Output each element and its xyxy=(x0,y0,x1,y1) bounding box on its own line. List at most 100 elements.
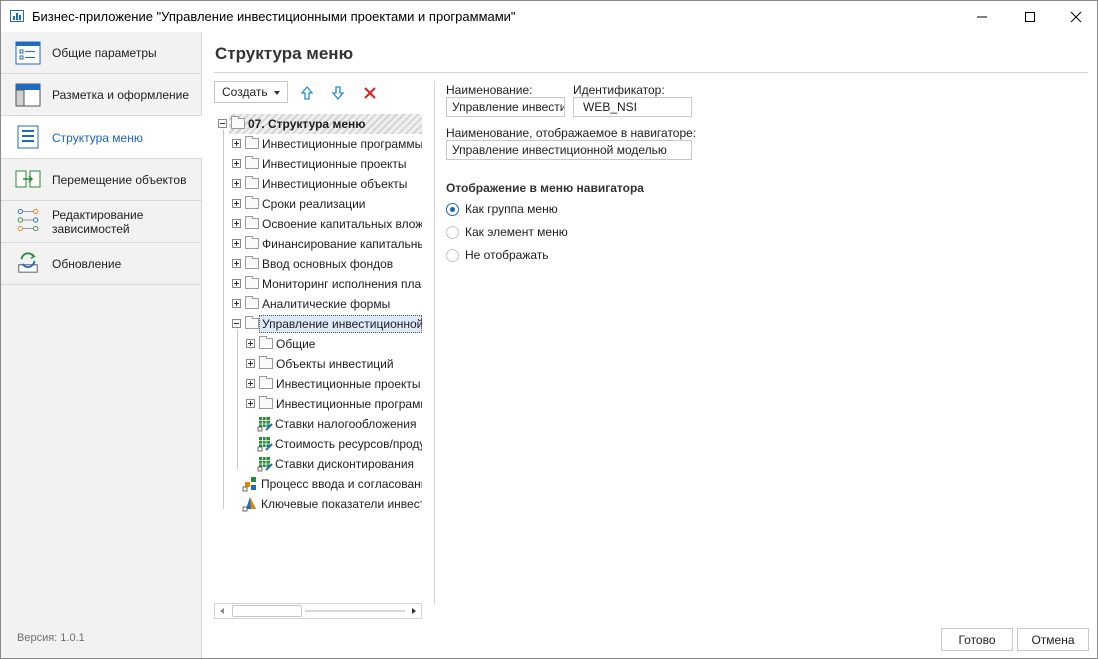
name-label: Наименование: xyxy=(446,83,533,97)
tree-item-label: Аналитические формы xyxy=(262,297,391,311)
header-divider xyxy=(214,72,1088,73)
sidebar-item-label: Общие параметры xyxy=(52,46,157,60)
expand-icon[interactable] xyxy=(232,139,241,148)
expand-icon[interactable] xyxy=(232,239,241,248)
tree-item[interactable]: Ввод основных фондов xyxy=(214,254,422,274)
folder-icon xyxy=(231,116,245,129)
folder-icon xyxy=(245,276,259,289)
expand-icon[interactable] xyxy=(232,199,241,208)
radio-selected-icon[interactable] xyxy=(446,203,459,216)
create-dropdown-button[interactable]: Создать xyxy=(214,81,288,103)
collapse-icon[interactable] xyxy=(218,119,227,128)
layout-icon xyxy=(15,83,41,107)
tree-item[interactable]: Ставки дисконтирования xyxy=(214,454,422,474)
window-title: Бизнес-приложение "Управление инвестицио… xyxy=(32,9,516,24)
cancel-button[interactable]: Отмена xyxy=(1017,628,1089,651)
sidebar-item-refresh[interactable]: Обновление xyxy=(1,243,201,285)
arrow-down-icon[interactable] xyxy=(330,85,346,101)
expand-icon[interactable] xyxy=(232,279,241,288)
tree-item[interactable]: Финансирование капитальных в xyxy=(214,234,422,254)
expand-icon[interactable] xyxy=(232,159,241,168)
sidebar-item-layout[interactable]: Разметка и оформление xyxy=(1,74,201,116)
sidebar-item-move-objects[interactable]: Перемещение объектов xyxy=(1,159,201,201)
expand-icon[interactable] xyxy=(232,259,241,268)
tree-item-selected[interactable]: Управление инвестиционной мо xyxy=(214,314,422,334)
folder-icon xyxy=(259,376,273,389)
minimize-icon xyxy=(977,16,987,17)
radio-unselected-icon[interactable] xyxy=(446,226,459,239)
folder-icon xyxy=(245,256,259,269)
radio-unselected-icon[interactable] xyxy=(446,249,459,262)
tree-item[interactable]: Ключевые показатели инвести xyxy=(214,494,422,514)
chevron-down-icon xyxy=(274,91,280,95)
tree-item[interactable]: Инвестиционные программы xyxy=(214,134,422,154)
tree-item-label: Инвестиционные проекты xyxy=(276,377,421,391)
dictionary-icon xyxy=(257,417,273,432)
scroll-left-icon[interactable] xyxy=(220,608,224,614)
tree-root-label: 07. Структура меню xyxy=(248,117,366,131)
tree-item[interactable]: Ставки налогообложения xyxy=(214,414,422,434)
refresh-icon xyxy=(18,252,38,273)
tree-item-label: Общие xyxy=(276,337,316,351)
sidebar-item-general[interactable]: Общие параметры xyxy=(1,32,201,74)
sidebar-item-menu-structure[interactable]: Структура меню xyxy=(1,116,202,159)
tree-item[interactable]: Процесс ввода и согласования д xyxy=(214,474,422,494)
folder-icon xyxy=(245,136,259,149)
title-bar: Бизнес-приложение "Управление инвестицио… xyxy=(1,1,1097,32)
tree-item-label: Процесс ввода и согласования д xyxy=(261,477,422,491)
tree-item[interactable]: Инвестиционные проекты xyxy=(214,154,422,174)
tree-item-label: Освоение капитальных вложен xyxy=(262,217,422,231)
expand-icon[interactable] xyxy=(246,339,255,348)
nav-name-field[interactable]: Управление инвестиционной моделью xyxy=(446,140,692,160)
name-field[interactable]: Управление инвестиц xyxy=(446,97,565,117)
tree-item-label: Сроки реализации xyxy=(262,197,366,211)
id-field[interactable]: WEB_NSI xyxy=(573,97,692,117)
delete-icon[interactable] xyxy=(362,85,378,101)
tree-root[interactable]: 07. Структура меню xyxy=(214,114,422,134)
tree-item-label: Ставки дисконтирования xyxy=(275,457,415,471)
tree-item-label: Финансирование капитальных в xyxy=(262,237,422,251)
general-params-icon xyxy=(15,41,41,65)
dependencies-icon xyxy=(17,208,39,232)
expand-icon[interactable] xyxy=(246,399,255,408)
tree-item[interactable]: Мониторинг исполнения планов xyxy=(214,274,422,294)
tree-item[interactable]: Объекты инвестиций xyxy=(214,354,422,374)
tree-item[interactable]: Стоимость ресурсов/продукц xyxy=(214,434,422,454)
process-icon xyxy=(242,477,256,492)
app-window: Бизнес-приложение "Управление инвестицио… xyxy=(0,0,1098,659)
move-objects-icon xyxy=(15,170,41,188)
tree-item[interactable]: Инвестиционные проекты xyxy=(214,374,422,394)
sidebar-item-label: Разметка и оформление xyxy=(52,88,190,102)
maximize-button[interactable] xyxy=(1007,1,1053,32)
scroll-right-icon[interactable] xyxy=(412,608,416,614)
expand-icon[interactable] xyxy=(232,179,241,188)
done-button[interactable]: Готово xyxy=(941,628,1013,651)
expand-icon[interactable] xyxy=(246,359,255,368)
radio-label: Как группа меню xyxy=(465,202,558,216)
tree-item[interactable]: Освоение капитальных вложен xyxy=(214,214,422,234)
minimize-button[interactable] xyxy=(959,1,1005,32)
tree-item-label: Инвестиционные программы xyxy=(276,397,422,411)
close-button[interactable] xyxy=(1053,1,1098,32)
display-section-heading: Отображение в меню навигатора xyxy=(446,181,644,195)
scrollbar-thumb[interactable] xyxy=(232,605,302,617)
create-label: Создать xyxy=(222,85,268,99)
tree-item-label: Ввод основных фондов xyxy=(262,257,394,271)
tree-horizontal-scrollbar[interactable] xyxy=(214,603,422,619)
tree-item[interactable]: Инвестиционные объекты xyxy=(214,174,422,194)
arrow-up-icon[interactable] xyxy=(299,85,315,101)
folder-icon xyxy=(245,196,259,209)
folder-icon xyxy=(245,296,259,309)
tree-item[interactable]: Инвестиционные программы xyxy=(214,394,422,414)
radio-label: Как элемент меню xyxy=(465,225,568,239)
expand-icon[interactable] xyxy=(232,299,241,308)
tree-item[interactable]: Сроки реализации xyxy=(214,194,422,214)
collapse-icon[interactable] xyxy=(232,319,241,328)
menu-tree[interactable]: 07. Структура меню Инвестиционные програ… xyxy=(214,114,422,602)
tree-item[interactable]: Аналитические формы xyxy=(214,294,422,314)
expand-icon[interactable] xyxy=(246,379,255,388)
tree-item[interactable]: Общие xyxy=(214,334,422,354)
expand-icon[interactable] xyxy=(232,219,241,228)
sidebar-item-dependencies[interactable]: Редактирование зависимостей xyxy=(1,201,201,243)
kpi-icon xyxy=(242,497,256,512)
